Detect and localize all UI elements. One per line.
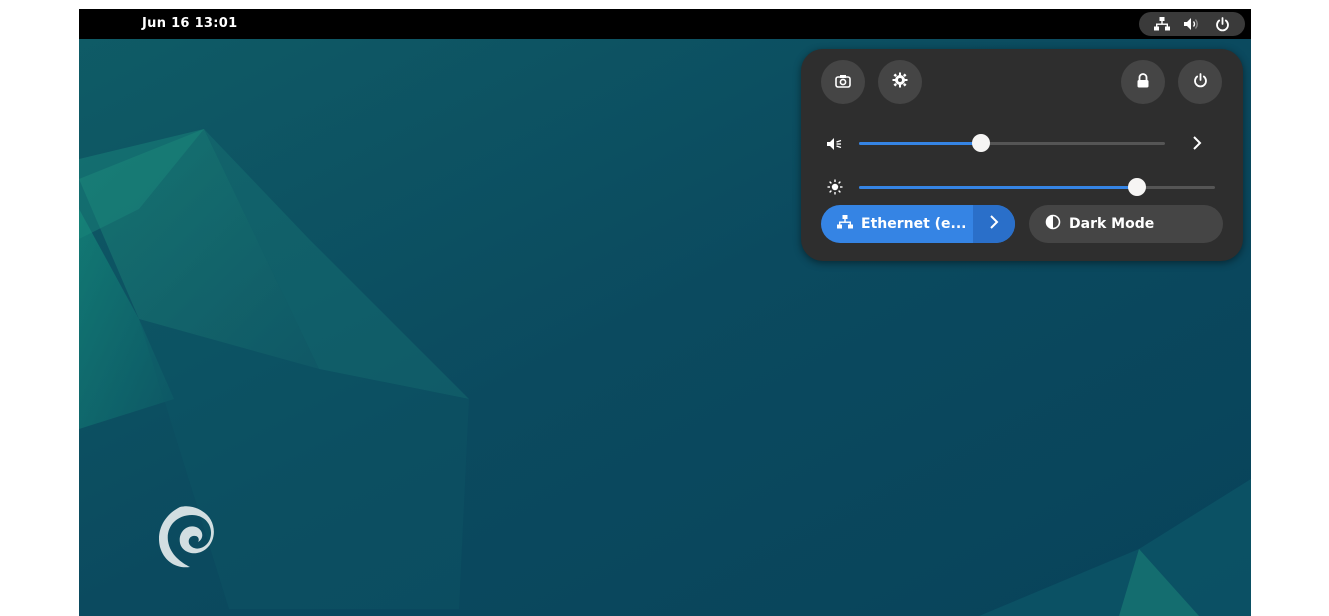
top-bar: Jun 16 13:01 <box>79 9 1251 39</box>
power-icon <box>1215 16 1230 32</box>
network-menu-button[interactable] <box>973 205 1015 243</box>
dark-mode-label: Dark Mode <box>1069 216 1155 232</box>
power-off-icon <box>1193 72 1208 92</box>
network-toggle-label: Ethernet (e... <box>861 216 967 232</box>
brightness-knob[interactable] <box>1127 178 1146 196</box>
volume-icon <box>1184 17 1200 31</box>
chevron-right-icon[interactable] <box>1192 135 1202 155</box>
lock-icon <box>1136 72 1150 92</box>
power-off-button[interactable] <box>1178 60 1222 104</box>
system-tray[interactable] <box>1139 12 1245 36</box>
dark-mode-toggle[interactable]: Dark Mode <box>1029 205 1223 243</box>
settings-button[interactable] <box>878 60 922 104</box>
speaker-muted-icon <box>827 136 843 155</box>
chevron-right-icon <box>989 214 999 234</box>
lock-button[interactable] <box>1121 60 1165 104</box>
quick-settings-panel: Ethernet (e... Dark Mode <box>801 49 1243 261</box>
network-toggle[interactable]: Ethernet (e... <box>821 205 1015 243</box>
screenshot-button[interactable] <box>821 60 865 104</box>
volume-knob[interactable] <box>972 134 991 152</box>
debian-logo <box>158 506 214 568</box>
screenshot-icon <box>835 73 851 92</box>
settings-icon <box>892 72 908 92</box>
clock-datetime[interactable]: Jun 16 13:01 <box>142 16 237 31</box>
brightness-slider[interactable] <box>859 177 1215 197</box>
network-toggle-main[interactable]: Ethernet (e... <box>821 205 973 243</box>
desktop-screen: Jun 16 13:01 Ethernet (e... Dark Mode <box>79 9 1251 616</box>
network-wired-icon <box>1154 17 1171 31</box>
network-wired-icon <box>837 215 853 233</box>
volume-slider[interactable] <box>859 133 1165 153</box>
contrast-icon <box>1045 214 1061 234</box>
sun-icon <box>827 179 843 199</box>
volume-fill <box>859 142 982 145</box>
brightness-fill <box>859 186 1137 189</box>
